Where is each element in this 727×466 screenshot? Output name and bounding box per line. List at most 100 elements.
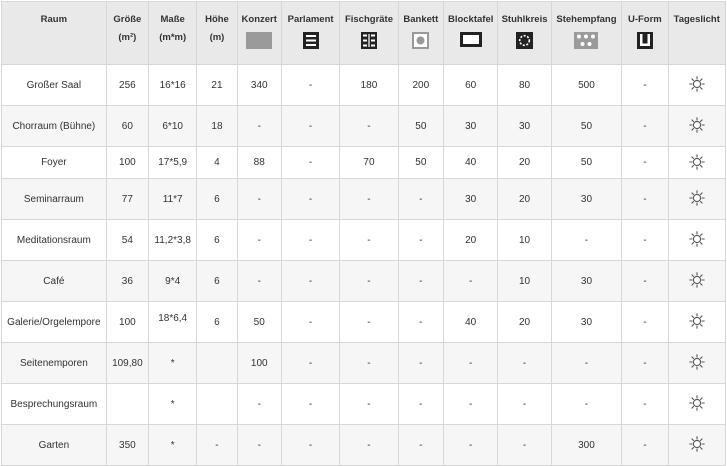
- sun-icon: [688, 353, 706, 371]
- table-cell: -: [497, 424, 552, 466]
- table-cell: 70: [339, 146, 399, 179]
- room-name-cell: Café: [1, 260, 107, 302]
- sun-icon: [688, 189, 706, 207]
- table-cell: -: [621, 146, 669, 179]
- table-cell: -: [280, 424, 341, 466]
- table-cell: -: [397, 260, 444, 302]
- table-cell: 6: [196, 178, 238, 220]
- table-cell: [196, 342, 238, 384]
- room-name-cell: Meditationsraum: [1, 219, 107, 261]
- table-body: Großer Saal 256 16*16 21 340-180 200 60 80 500- C…: [1, 64, 727, 466]
- header-konzert: Konzert: [236, 1, 282, 65]
- table-cell: 40: [442, 146, 499, 179]
- table-cell: 256: [105, 64, 150, 106]
- header-row: Raum Größe (m²) Maße (m*m) Höhe (m) Konzert Parl…: [1, 1, 727, 65]
- daylight-cell: [667, 301, 727, 343]
- table-row: Seitenemporen 109,80 * 100- - - - - - -: [1, 342, 727, 384]
- table-cell: *: [147, 383, 198, 425]
- room-name-cell: Garten: [1, 424, 107, 466]
- table-cell: -: [280, 178, 341, 220]
- table-cell: -: [280, 301, 341, 343]
- table-cell: -: [280, 342, 341, 384]
- table-cell: 30: [442, 178, 499, 220]
- table-cell: -: [497, 342, 552, 384]
- table-cell: 20: [497, 146, 552, 179]
- header-label: Maße: [160, 14, 185, 25]
- table-cell: -: [621, 424, 669, 466]
- header-label: Fischgräte: [344, 14, 393, 25]
- table-cell: 500: [550, 64, 623, 106]
- table-cell: 36: [105, 260, 150, 302]
- daylight-cell: [667, 342, 727, 384]
- table-cell: 180: [339, 64, 399, 106]
- daylight-cell: [667, 424, 727, 466]
- u-form-icon: [636, 32, 653, 49]
- table-row: Foyer 100 17*5,9 4 88-70 50 40 20 50-: [1, 146, 727, 179]
- table-cell: -: [236, 260, 282, 302]
- bankett-icon: [412, 32, 430, 49]
- table-cell: -: [550, 219, 623, 261]
- table-cell: 4: [196, 146, 238, 179]
- table-cell: -: [397, 178, 444, 220]
- table-cell: 100: [236, 342, 282, 384]
- header-raum: Raum: [1, 1, 107, 65]
- sun-icon: [688, 312, 706, 330]
- table-cell: -: [621, 383, 669, 425]
- table-cell: *: [147, 424, 198, 466]
- stehempfang-icon: [574, 32, 599, 49]
- parlament-icon: [302, 32, 319, 49]
- table-cell: 50: [397, 105, 444, 147]
- table-cell: -: [442, 260, 499, 302]
- table-row: Großer Saal 256 16*16 21 340-180 200 60 80 500-: [1, 64, 727, 106]
- table-cell: 10: [497, 260, 552, 302]
- table-cell: -: [236, 219, 282, 261]
- table-cell: -: [339, 342, 399, 384]
- table-cell: 10: [497, 219, 552, 261]
- sun-icon: [688, 116, 706, 134]
- sun-icon: [688, 75, 706, 93]
- table-cell: 50: [550, 146, 623, 179]
- konzert-icon: [246, 32, 273, 49]
- header-unit: (m²): [118, 32, 137, 43]
- table-cell: 21: [196, 64, 238, 106]
- table-cell: 40: [442, 301, 499, 343]
- table-cell: 77: [105, 178, 150, 220]
- table-cell: 50: [397, 146, 444, 179]
- daylight-cell: [667, 178, 727, 220]
- table-cell: 300: [550, 424, 623, 466]
- header-u-form: U-Form: [621, 1, 669, 65]
- header-label: Bankett: [403, 14, 439, 25]
- table-cell: 17*5,9: [147, 146, 198, 179]
- table-cell: -: [280, 64, 341, 106]
- table-cell: -: [621, 301, 669, 343]
- header-label: Stehempfang: [556, 14, 617, 25]
- table-cell: 20: [497, 301, 552, 343]
- table-cell: -: [397, 383, 444, 425]
- table-cell: -: [442, 383, 499, 425]
- table-cell: -: [397, 301, 444, 343]
- table-cell: -: [236, 383, 282, 425]
- sun-icon: [688, 271, 706, 289]
- room-name-cell: Seitenemporen: [1, 342, 107, 384]
- header-label: Konzert: [241, 14, 277, 25]
- header-label: Stuhlkreis: [501, 14, 548, 25]
- sun-icon: [688, 153, 706, 171]
- table-cell: 60: [442, 64, 499, 106]
- table-cell: -: [550, 383, 623, 425]
- table-cell: 6: [196, 219, 238, 261]
- header-blocktafel: Blocktafel: [442, 1, 499, 65]
- room-name-cell: Großer Saal: [1, 64, 107, 106]
- daylight-cell: [667, 105, 727, 147]
- header-label: Raum: [40, 14, 68, 25]
- daylight-cell: [667, 383, 727, 425]
- fischgraete-icon: [360, 32, 377, 49]
- table-row: Café 36 9*4 6- - - - -10 30-: [1, 260, 727, 302]
- table-cell: 88: [236, 146, 282, 179]
- header-groesse: Größe (m²): [105, 1, 150, 65]
- sun-icon: [688, 394, 706, 412]
- header-label: Größe: [113, 14, 142, 25]
- table-cell: 340: [236, 64, 282, 106]
- table-cell: 6: [196, 301, 238, 343]
- table-cell: -: [339, 105, 399, 147]
- header-label: Blocktafel: [447, 14, 494, 25]
